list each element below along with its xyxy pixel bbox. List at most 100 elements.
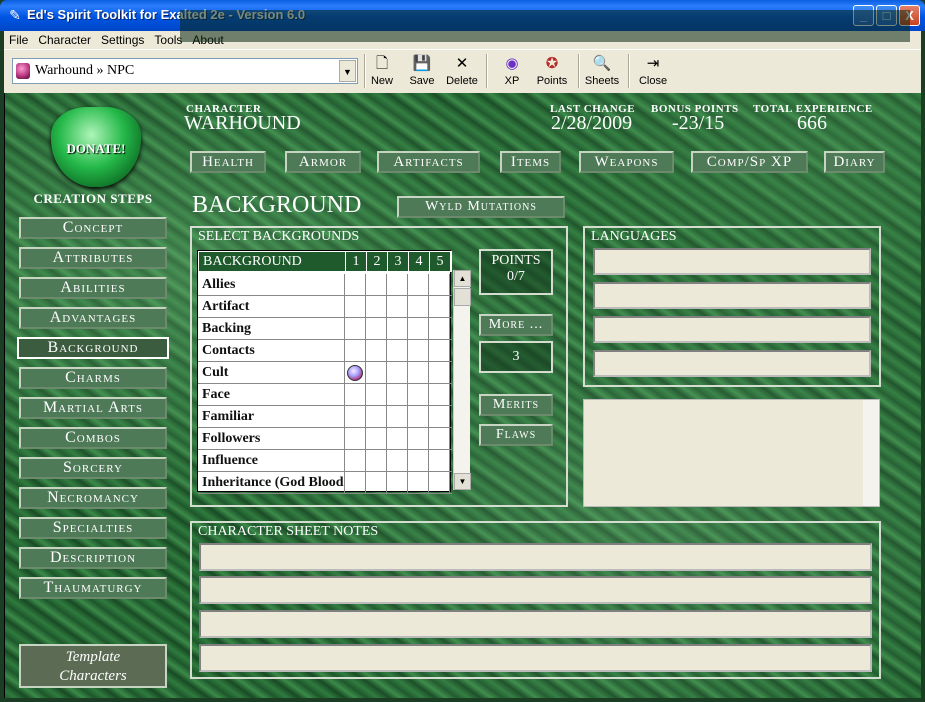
level-cell-4[interactable]	[408, 296, 429, 318]
scroll-thumb[interactable]	[454, 288, 471, 306]
table-row[interactable]: Cult	[198, 362, 452, 384]
character-select[interactable]: Warhound » NPC ▼	[12, 58, 358, 84]
points-button[interactable]: ✪ Points	[534, 53, 570, 91]
step-description[interactable]: Description	[19, 547, 167, 569]
step-combos[interactable]: Combos	[19, 427, 167, 449]
sheets-button[interactable]: 🔍 Sheets	[584, 53, 620, 91]
languages-notes-textarea[interactable]	[583, 399, 880, 507]
level-cell-4[interactable]	[408, 318, 429, 340]
level-cell-3[interactable]	[387, 428, 408, 450]
level-cell-1[interactable]	[345, 340, 366, 362]
language-field-3[interactable]	[593, 316, 871, 343]
app-icon[interactable]: ✎	[6, 6, 24, 24]
level-cell-5[interactable]	[429, 472, 450, 494]
level-cell-4[interactable]	[408, 362, 429, 384]
level-cell-1[interactable]	[345, 450, 366, 472]
scroll-up-icon[interactable]: ▲	[454, 270, 471, 287]
level-cell-5[interactable]	[429, 428, 450, 450]
step-martial-arts[interactable]: Martial Arts	[19, 397, 167, 419]
level-cell-5[interactable]	[429, 274, 450, 296]
level-cell-1[interactable]	[345, 274, 366, 296]
xp-button[interactable]: ◉ XP	[500, 53, 524, 91]
nav-items[interactable]: Items	[500, 151, 561, 173]
chevron-down-icon[interactable]: ▼	[339, 60, 356, 82]
sheet-note-field-2[interactable]	[199, 576, 872, 604]
table-row[interactable]: Contacts	[198, 340, 452, 362]
level-cell-5[interactable]	[429, 362, 450, 384]
nav-artifacts[interactable]: Artifacts	[377, 151, 480, 173]
level-cell-1[interactable]	[345, 384, 366, 406]
level-cell-5[interactable]	[429, 318, 450, 340]
level-cell-1[interactable]	[345, 362, 366, 384]
level-cell-2[interactable]	[366, 340, 387, 362]
level-cell-4[interactable]	[408, 340, 429, 362]
level-cell-4[interactable]	[408, 406, 429, 428]
step-concept[interactable]: Concept	[19, 217, 167, 239]
table-row[interactable]: Allies	[198, 274, 452, 296]
merits-button[interactable]: Merits	[479, 394, 553, 416]
level-cell-5[interactable]	[429, 450, 450, 472]
more-button[interactable]: More ...	[479, 314, 553, 336]
nav-health[interactable]: Health	[190, 151, 266, 173]
level-cell-5[interactable]	[429, 384, 450, 406]
sheet-note-field-3[interactable]	[199, 610, 872, 638]
level-cell-2[interactable]	[366, 274, 387, 296]
step-abilities[interactable]: Abilities	[19, 277, 167, 299]
level-cell-3[interactable]	[387, 340, 408, 362]
level-cell-3[interactable]	[387, 318, 408, 340]
level-cell-3[interactable]	[387, 472, 408, 494]
backgrounds-scrollbar[interactable]: ▲ ▼	[453, 270, 471, 490]
nav-armor[interactable]: Armor	[285, 151, 361, 173]
level-cell-2[interactable]	[366, 450, 387, 472]
table-row[interactable]: Followers	[198, 428, 452, 450]
language-field-1[interactable]	[593, 248, 871, 275]
step-charms[interactable]: Charms	[19, 367, 167, 389]
step-specialties[interactable]: Specialties	[19, 517, 167, 539]
level-cell-2[interactable]	[366, 406, 387, 428]
sheet-note-field-4[interactable]	[199, 644, 872, 672]
table-row[interactable]: Influence	[198, 450, 452, 472]
level-cell-2[interactable]	[366, 318, 387, 340]
language-field-2[interactable]	[593, 282, 871, 309]
save-button[interactable]: 💾 Save	[406, 53, 438, 91]
level-cell-2[interactable]	[366, 428, 387, 450]
step-advantages[interactable]: Advantages	[19, 307, 167, 329]
delete-button[interactable]: ✕ Delete	[444, 53, 480, 91]
level-cell-4[interactable]	[408, 450, 429, 472]
level-cell-2[interactable]	[366, 296, 387, 318]
level-cell-2[interactable]	[366, 472, 387, 494]
level-cell-4[interactable]	[408, 384, 429, 406]
menu-file[interactable]: File	[4, 31, 33, 49]
table-row[interactable]: Familiar	[198, 406, 452, 428]
template-characters-button[interactable]: Template Characters	[19, 644, 167, 688]
flaws-button[interactable]: Flaws	[479, 424, 553, 446]
step-thaumaturgy[interactable]: Thaumaturgy	[19, 577, 167, 599]
level-cell-3[interactable]	[387, 384, 408, 406]
table-row[interactable]: Face	[198, 384, 452, 406]
level-cell-1[interactable]	[345, 318, 366, 340]
level-cell-3[interactable]	[387, 362, 408, 384]
level-cell-2[interactable]	[366, 384, 387, 406]
level-cell-5[interactable]	[429, 406, 450, 428]
wyld-mutations-button[interactable]: Wyld Mutations	[397, 196, 565, 218]
level-cell-5[interactable]	[429, 340, 450, 362]
table-row[interactable]: Backing	[198, 318, 452, 340]
level-cell-4[interactable]	[408, 274, 429, 296]
table-row[interactable]: Inheritance (God Blood)	[198, 472, 452, 494]
scroll-down-icon[interactable]: ▼	[454, 473, 471, 490]
nav-weapons[interactable]: Weapons	[579, 151, 674, 173]
sheet-note-field-1[interactable]	[199, 543, 872, 571]
nav-diary[interactable]: Diary	[824, 151, 885, 173]
level-cell-1[interactable]	[345, 296, 366, 318]
level-cell-3[interactable]	[387, 450, 408, 472]
step-background[interactable]: Background	[17, 337, 169, 359]
new-button[interactable]: 🗋 New	[368, 53, 396, 91]
level-cell-1[interactable]	[345, 406, 366, 428]
step-necromancy[interactable]: Necromancy	[19, 487, 167, 509]
step-attributes[interactable]: Attributes	[19, 247, 167, 269]
level-cell-3[interactable]	[387, 274, 408, 296]
language-field-4[interactable]	[593, 350, 871, 377]
close-toolbar-button[interactable]: ⇥ Close	[638, 53, 668, 91]
level-cell-3[interactable]	[387, 406, 408, 428]
table-row[interactable]: Artifact	[198, 296, 452, 318]
